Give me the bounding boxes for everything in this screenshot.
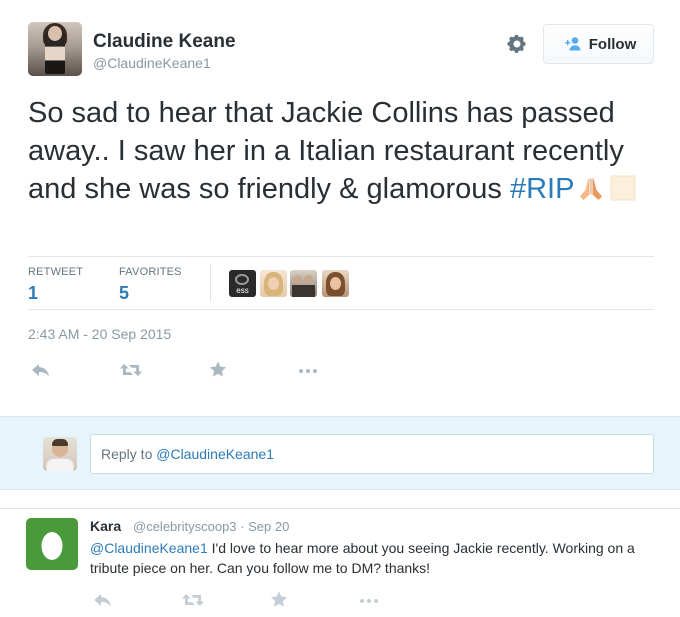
reply-date[interactable]: Sep 20: [248, 519, 289, 534]
hashtag-link[interactable]: #RIP: [510, 173, 574, 205]
favoriter-avatar-label: ess: [236, 286, 249, 295]
reply-text: @ClaudineKeane1 I'd love to hear more ab…: [90, 538, 660, 578]
favorite-icon[interactable]: [268, 590, 290, 608]
reply-prefix: Reply to: [101, 446, 157, 462]
more-icon[interactable]: [358, 592, 380, 610]
author-display-name[interactable]: Claudine Keane: [93, 31, 236, 53]
reply-text-mention[interactable]: @ClaudineKeane1: [90, 540, 208, 556]
reply-author-name[interactable]: Kara: [90, 518, 121, 534]
favoriter-avatar[interactable]: [260, 270, 287, 297]
favorites-count[interactable]: 5: [119, 283, 129, 304]
author-avatar[interactable]: [28, 22, 82, 76]
reply-icon[interactable]: [30, 361, 52, 379]
retweet-icon[interactable]: [181, 591, 205, 609]
reply-separator: ·: [240, 519, 245, 534]
folded-hands-emoji: [580, 178, 603, 200]
favoriter-avatar[interactable]: [322, 270, 349, 297]
retweet-stat-label: RETWEET: [28, 266, 84, 278]
divider: [28, 309, 654, 310]
reply-meta: @celebrityscoop3 · Sep 20: [133, 519, 289, 534]
kara-avatar[interactable]: [26, 518, 78, 570]
divider: [28, 256, 654, 257]
tweet-timestamp[interactable]: 2:43 AM - 20 Sep 2015: [28, 326, 171, 342]
favorite-icon[interactable]: [207, 360, 229, 378]
more-icon[interactable]: [297, 362, 319, 380]
egg-avatar-icon: [41, 532, 63, 560]
tweet-text: So sad to hear that Jackie Collins has p…: [28, 94, 668, 208]
reply-input[interactable]: Reply to @ClaudineKeane1: [90, 434, 654, 474]
current-user-avatar[interactable]: [43, 437, 77, 471]
favoriter-avatar[interactable]: ess: [229, 270, 256, 297]
reply-author-screen-name[interactable]: @celebrityscoop3: [133, 519, 237, 534]
favoriter-avatar[interactable]: [290, 270, 317, 297]
add-user-icon: [564, 37, 581, 51]
reply-icon[interactable]: [92, 591, 114, 609]
blank-square-emoji: [610, 175, 636, 201]
retweet-icon[interactable]: [119, 361, 143, 379]
gear-icon[interactable]: [506, 33, 528, 55]
follow-button-label: Follow: [588, 35, 637, 53]
reply-mention: @ClaudineKeane1: [156, 446, 274, 462]
follow-button[interactable]: Follow: [543, 24, 654, 64]
author-screen-name[interactable]: @ClaudineKeane1: [93, 55, 211, 71]
favorites-stat-label: FAVORITES: [119, 266, 182, 278]
stat-divider: [210, 264, 211, 302]
retweet-count[interactable]: 1: [28, 283, 38, 304]
